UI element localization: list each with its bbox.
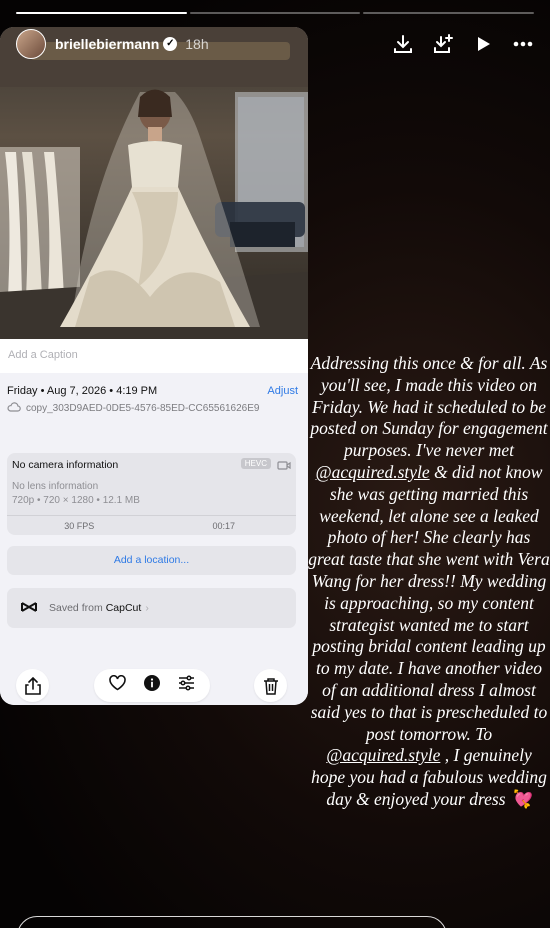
codec-badge: HEVC [240,458,271,469]
file-name: copy_303D9AED-0DE5-4576-85ED-CC65561626E… [26,403,260,414]
camera-icon [277,458,291,476]
video-specs: 720p • 720 × 1280 • 12.1 MB [12,495,140,506]
caption-part: Addressing this once & for all. As you'l… [310,353,548,461]
story-caption-text: Addressing this once & for all. As you'l… [308,353,550,811]
add-location-button[interactable]: Add a location... [7,546,296,575]
trash-icon[interactable] [254,669,287,702]
heart-arrow-emoji: 💘 [509,788,532,809]
camera-info-box: No camera information HEVC No lens infor… [7,453,296,535]
reply-input[interactable] [17,916,447,928]
camera-info: No camera information [12,459,119,471]
cloud-icon [7,402,21,415]
info-icon[interactable] [144,675,160,696]
photo-date: Friday • Aug 7, 2026 • 4:19 PM [7,385,158,397]
photo-info-screenshot: Add a Caption Friday • Aug 7, 2026 • 4:1… [0,27,308,705]
share-icon[interactable] [16,669,49,702]
wedding-dress-photo [0,27,308,339]
capcut-icon [19,598,39,618]
caption-input[interactable]: Add a Caption [0,339,308,373]
progress-segment [363,12,535,14]
fps: 30 FPS [64,521,95,531]
saved-from-row[interactable]: Saved from CapCut › [7,588,296,628]
mention-link[interactable]: @acquired.style [316,462,430,482]
avatar[interactable] [16,29,46,59]
saved-from-label: Saved from [49,602,103,614]
adjust-button[interactable]: Adjust [267,385,298,397]
add-to-story-icon[interactable] [432,33,454,55]
heart-icon[interactable] [109,674,126,696]
toolbar-center-group [94,669,210,702]
photo-info-panel: Friday • Aug 7, 2026 • 4:19 PM Adjust co… [0,373,308,705]
story-progress [16,12,535,14]
adjust-sliders-icon[interactable] [178,675,195,696]
photo-toolbar [0,669,308,705]
more-icon[interactable] [512,33,534,55]
duration: 00:17 [212,521,236,531]
post-time: 18h [185,36,209,52]
caption-part: & did not know she was getting married t… [308,461,550,744]
chevron-right-icon: › [145,602,149,614]
username[interactable]: briellebiermann [55,36,159,52]
verified-badge-icon: ✓ [163,37,178,51]
play-icon[interactable] [472,33,494,55]
progress-segment [16,12,187,14]
download-icon[interactable] [392,33,414,55]
mention-link[interactable]: @acquired.style [326,745,440,765]
progress-segment [189,12,361,14]
saved-from-app: CapCut [105,602,142,614]
story-header: briellebiermann ✓ 18h [16,28,534,60]
lens-info: No lens information [12,481,99,492]
